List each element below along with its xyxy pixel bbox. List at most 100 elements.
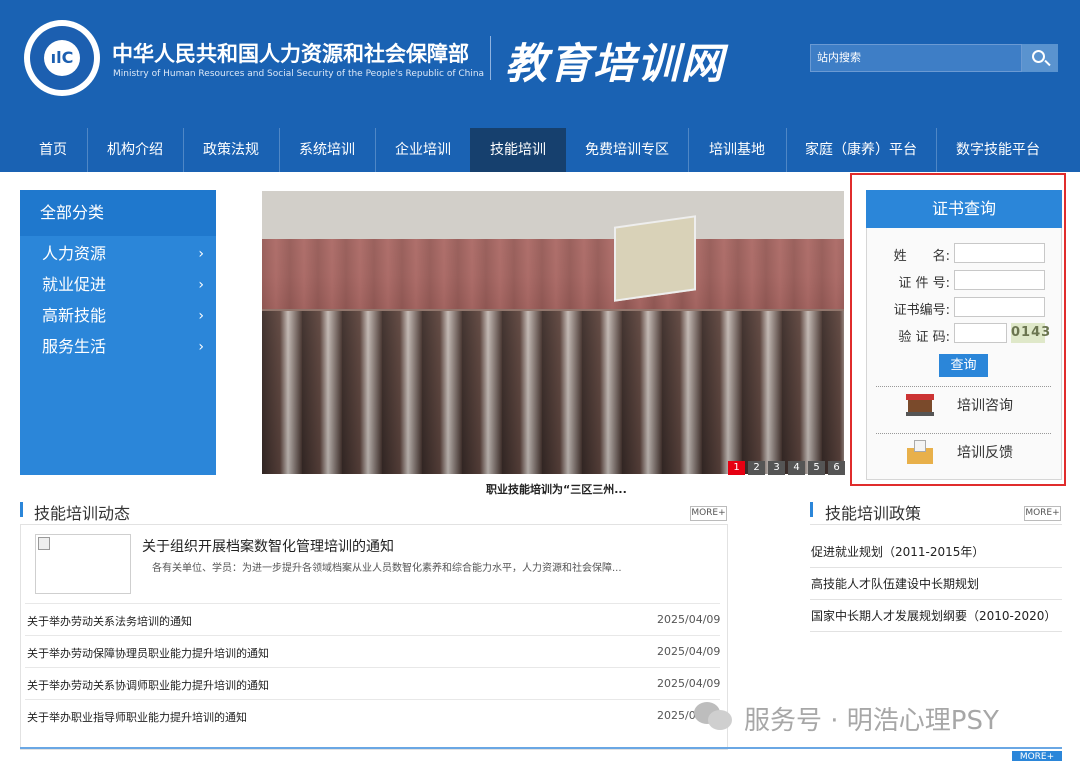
chevron-right-icon: › bbox=[198, 339, 204, 355]
captcha-field[interactable] bbox=[954, 323, 1007, 343]
nav-item-about[interactable]: 机构介绍 bbox=[88, 128, 182, 172]
row-divider bbox=[25, 699, 720, 700]
next-section-more-button[interactable]: MORE+ bbox=[1012, 751, 1062, 761]
training-feedback-link[interactable]: 培训反馈 bbox=[957, 442, 1013, 462]
news-item-title[interactable]: 关于举办劳动关系法务培训的通知 bbox=[27, 613, 192, 629]
carousel-slide-image[interactable] bbox=[262, 191, 844, 474]
carousel-page-button[interactable]: 1 bbox=[728, 461, 745, 475]
training-consult-link[interactable]: 培训咨询 bbox=[957, 395, 1013, 415]
name-label: 姓 名: bbox=[893, 249, 950, 264]
section-marker bbox=[810, 502, 813, 517]
name-field[interactable] bbox=[954, 243, 1045, 263]
category-panel: 全部分类 人力资源 › 就业促进 › 高新技能 › 服务生活 › bbox=[20, 190, 216, 475]
category-item-employment[interactable]: 就业促进 › bbox=[42, 271, 212, 299]
policy-item-title[interactable]: 国家中长期人才发展规划纲要（2010-2020） bbox=[811, 607, 1056, 624]
wechat-icon-bubble bbox=[708, 710, 732, 730]
news-item-title[interactable]: 关于举办劳动关系协调师职业能力提升培训的通知 bbox=[27, 677, 269, 693]
category-title: 全部分类 bbox=[20, 190, 216, 236]
query-button[interactable]: 查询 bbox=[939, 354, 988, 377]
id-number-label: 证 件 号: bbox=[898, 276, 950, 291]
carousel-page-button[interactable]: 3 bbox=[768, 461, 785, 475]
row-divider bbox=[810, 567, 1062, 568]
policy-item-title[interactable]: 高技能人才队伍建设中长期规划 bbox=[811, 575, 979, 592]
row-divider bbox=[25, 635, 720, 636]
nav-item-enterprise-training[interactable]: 企业培训 bbox=[376, 128, 470, 172]
search-icon-handle bbox=[1044, 59, 1051, 67]
slide-ceiling bbox=[262, 191, 844, 239]
chevron-right-icon: › bbox=[198, 277, 204, 293]
next-section-rule bbox=[20, 747, 1062, 749]
search-button[interactable] bbox=[1022, 44, 1058, 72]
row-divider bbox=[25, 667, 720, 668]
nav-item-home-care-platform[interactable]: 家庭（康养）平台 bbox=[787, 128, 935, 172]
category-label: 服务生活 bbox=[42, 337, 107, 356]
carousel-page-button[interactable]: 6 bbox=[828, 461, 845, 475]
logo-emblem-icon: ılC bbox=[44, 40, 80, 76]
nav-item-training-base[interactable]: 培训基地 bbox=[689, 128, 785, 172]
category-item-hr[interactable]: 人力资源 › bbox=[42, 240, 212, 268]
section-rule bbox=[810, 524, 1062, 525]
site-title: 教育培训网 bbox=[505, 39, 726, 88]
broken-image-icon bbox=[38, 537, 50, 550]
news-item-date: 2025/04/09 bbox=[657, 613, 721, 626]
carousel-page-button[interactable]: 4 bbox=[788, 461, 805, 475]
category-item-hitech-skills[interactable]: 高新技能 › bbox=[42, 302, 212, 330]
news-item-title[interactable]: 关于举办职业指导师职业能力提升培训的通知 bbox=[27, 709, 247, 725]
feature-news-title[interactable]: 关于组织开展档案数智化管理培训的通知 bbox=[142, 536, 394, 556]
org-name-cn: 中华人民共和国人力资源和社会保障部 bbox=[112, 42, 469, 66]
nav-item-digital-skills[interactable]: 数字技能平台 bbox=[937, 128, 1059, 172]
ministry-logo[interactable]: ılC bbox=[24, 20, 100, 96]
watermark-text: 服务号 · 明浩心理PSY bbox=[744, 706, 999, 736]
slide-curtains bbox=[262, 239, 844, 309]
divider bbox=[876, 386, 1051, 387]
id-number-field[interactable] bbox=[954, 270, 1045, 290]
nav-item-policy[interactable]: 政策法规 bbox=[184, 128, 278, 172]
cert-query-title: 证书查询 bbox=[866, 190, 1062, 228]
captcha-label: 验 证 码: bbox=[898, 330, 950, 345]
org-name-en: Ministry of Human Resources and Social S… bbox=[113, 69, 485, 79]
news-section-title: 技能培训动态 bbox=[34, 504, 131, 523]
chevron-right-icon: › bbox=[198, 308, 204, 324]
nav-item-skills-training[interactable]: 技能培训 bbox=[470, 128, 566, 172]
feature-news-summary: 各有关单位、学员：为进一步提升各领域档案从业人员数智化素养和综合能力水平，人力资… bbox=[152, 563, 622, 574]
consult-icon-body bbox=[908, 400, 932, 412]
nav-item-system-training[interactable]: 系统培训 bbox=[280, 128, 374, 172]
consult-icon bbox=[906, 394, 934, 416]
row-divider bbox=[810, 631, 1062, 632]
policy-item-title[interactable]: 促进就业规划（2011-2015年） bbox=[811, 543, 984, 560]
news-more-button[interactable]: MORE+ bbox=[690, 506, 727, 521]
search-icon bbox=[1032, 50, 1045, 63]
captcha-image[interactable]: 0143 bbox=[1011, 323, 1050, 343]
section-marker bbox=[20, 502, 23, 517]
nav-item-free-training[interactable]: 免费培训专区 bbox=[567, 128, 687, 172]
nav-item-home[interactable]: 首页 bbox=[20, 128, 86, 172]
wechat-icon bbox=[694, 700, 734, 732]
divider bbox=[876, 433, 1051, 434]
carousel-page-button[interactable]: 2 bbox=[748, 461, 765, 475]
feedback-icon-paper bbox=[914, 440, 926, 452]
cert-number-label: 证书编号: bbox=[893, 303, 950, 318]
feature-thumbnail[interactable] bbox=[35, 534, 131, 594]
feedback-icon bbox=[907, 440, 933, 464]
row-divider bbox=[25, 603, 720, 604]
chevron-right-icon: › bbox=[198, 246, 204, 262]
search-input[interactable]: 站内搜索 bbox=[810, 44, 1022, 72]
header-divider bbox=[490, 36, 491, 80]
category-label: 高新技能 bbox=[42, 306, 107, 325]
news-item-date: 2025/04/09 bbox=[657, 677, 721, 690]
news-item-date: 2025/04/09 bbox=[657, 645, 721, 658]
slide-projector-screen bbox=[614, 215, 696, 302]
category-label: 人力资源 bbox=[42, 244, 107, 263]
site-header: ılC 中华人民共和国人力资源和社会保障部 Ministry of Human … bbox=[0, 0, 1080, 172]
policy-section-title: 技能培训政策 bbox=[825, 504, 922, 523]
news-item-title[interactable]: 关于举办劳动保障协理员职业能力提升培训的通知 bbox=[27, 645, 269, 661]
carousel-caption[interactable]: 职业技能培训为“三区三州... bbox=[486, 481, 627, 497]
logo-ring: ılC bbox=[30, 26, 94, 90]
carousel-page-button[interactable]: 5 bbox=[808, 461, 825, 475]
slide-audience bbox=[262, 311, 844, 474]
row-divider bbox=[810, 599, 1062, 600]
category-item-life-services[interactable]: 服务生活 › bbox=[42, 333, 212, 361]
policy-more-button[interactable]: MORE+ bbox=[1024, 506, 1061, 521]
consult-icon-base bbox=[906, 412, 934, 416]
cert-number-field[interactable] bbox=[954, 297, 1045, 317]
